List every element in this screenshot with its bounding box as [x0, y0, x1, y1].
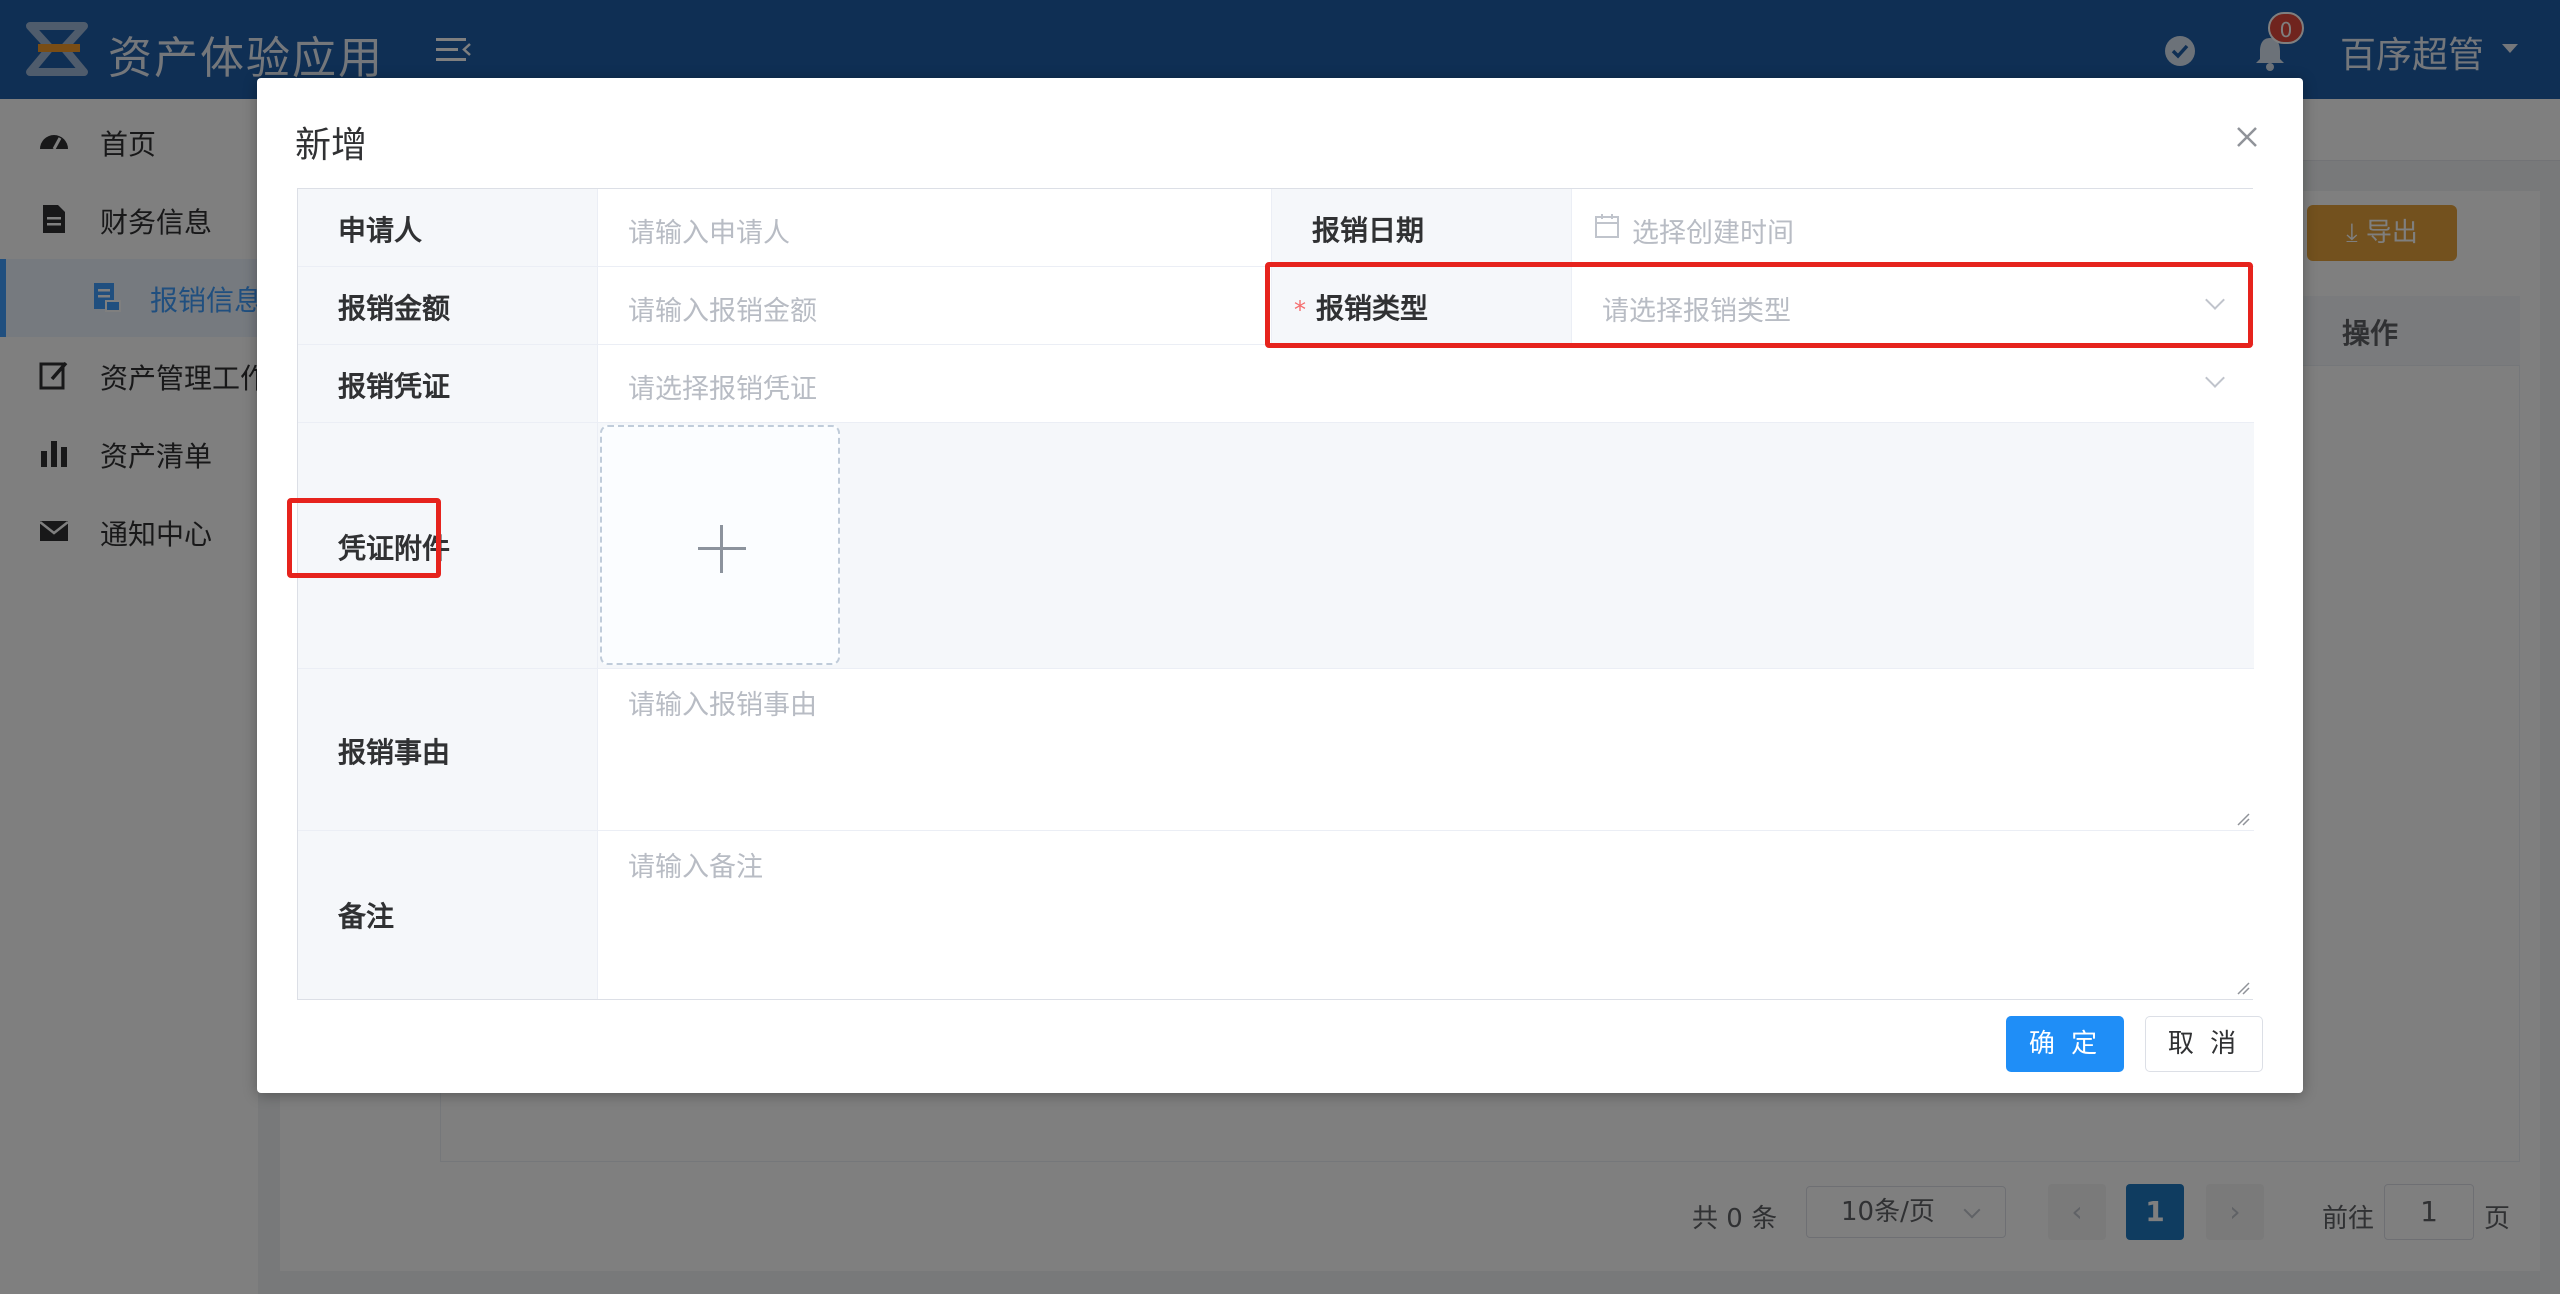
remark-placeholder: 请输入备注	[628, 852, 763, 883]
resize-handle-icon[interactable]	[2236, 812, 2250, 826]
voucher-label-cell: 报销凭证	[298, 345, 598, 423]
plus-icon-vertical	[720, 525, 723, 573]
voucher-select[interactable]: 请选择报销凭证	[598, 345, 2254, 423]
reason-label-cell: 报销事由	[298, 669, 598, 831]
date-label: 报销日期	[1312, 214, 1425, 247]
date-picker[interactable]: 选择创建时间	[1572, 189, 2254, 267]
amount-label-cell: 报销金额	[298, 267, 598, 345]
amount-input[interactable]: 请输入报销金额	[598, 267, 1272, 345]
chevron-down-icon	[2205, 368, 2225, 388]
close-icon[interactable]	[2232, 122, 2262, 152]
cancel-button[interactable]: 取 消	[2145, 1016, 2263, 1072]
upload-button[interactable]	[600, 425, 840, 665]
voucher-placeholder: 请选择报销凭证	[628, 374, 817, 405]
add-dialog: 新增 申请人 请输入申请人 报销日期 选择创建时间 报销金额 请输入报销金额 *…	[257, 78, 2303, 1093]
calendar-icon	[1595, 214, 1619, 238]
applicant-label: 申请人	[338, 214, 423, 247]
remark-label-cell: 备注	[298, 831, 598, 999]
remark-label: 备注	[338, 900, 395, 933]
voucher-label: 报销凭证	[338, 370, 451, 403]
reason-label: 报销事由	[338, 736, 451, 769]
date-placeholder: 选择创建时间	[1632, 218, 1794, 249]
resize-handle-icon[interactable]	[2236, 981, 2250, 995]
confirm-button[interactable]: 确 定	[2006, 1016, 2124, 1072]
applicant-input[interactable]: 请输入申请人	[598, 189, 1272, 267]
applicant-label-cell: 申请人	[298, 189, 598, 267]
attachment-area	[598, 423, 2254, 669]
dialog-title: 新增	[295, 125, 368, 166]
amount-placeholder: 请输入报销金额	[628, 296, 817, 327]
reason-placeholder: 请输入报销事由	[628, 690, 817, 721]
date-label-cell: 报销日期	[1272, 189, 1572, 267]
highlight-type-field	[1265, 262, 2253, 348]
reason-textarea[interactable]: 请输入报销事由	[598, 669, 2254, 831]
amount-label: 报销金额	[338, 292, 451, 325]
applicant-placeholder: 请输入申请人	[628, 218, 790, 249]
highlight-attachment-label	[287, 498, 441, 578]
remark-textarea[interactable]: 请输入备注	[598, 831, 2254, 999]
